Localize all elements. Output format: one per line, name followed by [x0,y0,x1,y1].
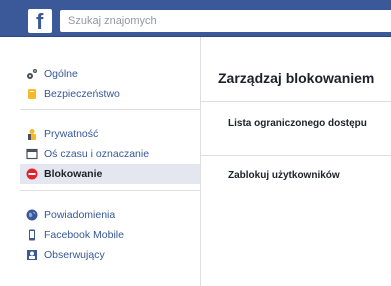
mobile-icon [29,229,35,241]
restricted-list-label[interactable]: Lista ograniczonego dostępu [228,118,367,129]
top-bar: f Szukaj znajomych [0,0,391,37]
block-users-label[interactable]: Zablokuj użytkowników [228,170,340,181]
sidebar-divider [20,109,200,110]
timeline-icon [26,148,38,160]
sidebar-item-followers[interactable]: Obserwujący [24,245,200,265]
sidebar-item-security[interactable]: Bezpieczeństwo [24,84,200,104]
sidebar-item-label: Oś czasu i oznaczanie [44,148,150,160]
section-divider [201,101,391,102]
sidebar-item-label: Obserwujący [44,249,105,261]
sidebar-item-mobile[interactable]: Facebook Mobile [24,225,200,245]
sidebar-item-timeline[interactable]: Oś czasu i oznaczanie [24,144,200,164]
sidebar-item-label: Ogólne [44,68,78,80]
gear-icon [27,69,37,79]
facebook-logo-icon[interactable]: f [28,9,52,34]
sidebar-group-privacy: Prywatność Oś czasu i oznaczanie Blokowa… [0,124,200,184]
lock-person-icon [28,129,36,140]
page-title: Zarządzaj blokowaniem [218,70,375,86]
sidebar-item-label: Prywatność [44,128,99,140]
shield-icon [28,89,36,99]
main-panel: Zarządzaj blokowaniem Lista ograniczoneg… [201,37,391,286]
sidebar-group-general: Ogólne Bezpieczeństwo [0,64,200,104]
search-input[interactable]: Szukaj znajomych [60,10,391,32]
sidebar-item-general[interactable]: Ogólne [24,64,200,84]
section-divider [201,155,391,156]
sidebar-item-label: Bezpieczeństwo [44,88,120,100]
block-icon [26,168,38,180]
sidebar-item-privacy[interactable]: Prywatność [24,124,200,144]
sidebar-item-label: Blokowanie [44,168,103,180]
logo-letter: f [36,9,44,34]
sidebar-item-label: Facebook Mobile [44,229,124,241]
globe-icon [26,209,38,221]
followers-icon [27,250,37,260]
sidebar-item-label: Powiadomienia [44,209,116,221]
sidebar-item-notifications[interactable]: Powiadomienia [24,205,200,225]
settings-sidebar: Ogólne Bezpieczeństwo Prywatność Oś czas… [0,37,201,286]
sidebar-divider [20,190,200,191]
sidebar-item-blocking[interactable]: Blokowanie [20,164,200,184]
sidebar-group-notifications: Powiadomienia Facebook Mobile Obserwując… [0,205,200,265]
